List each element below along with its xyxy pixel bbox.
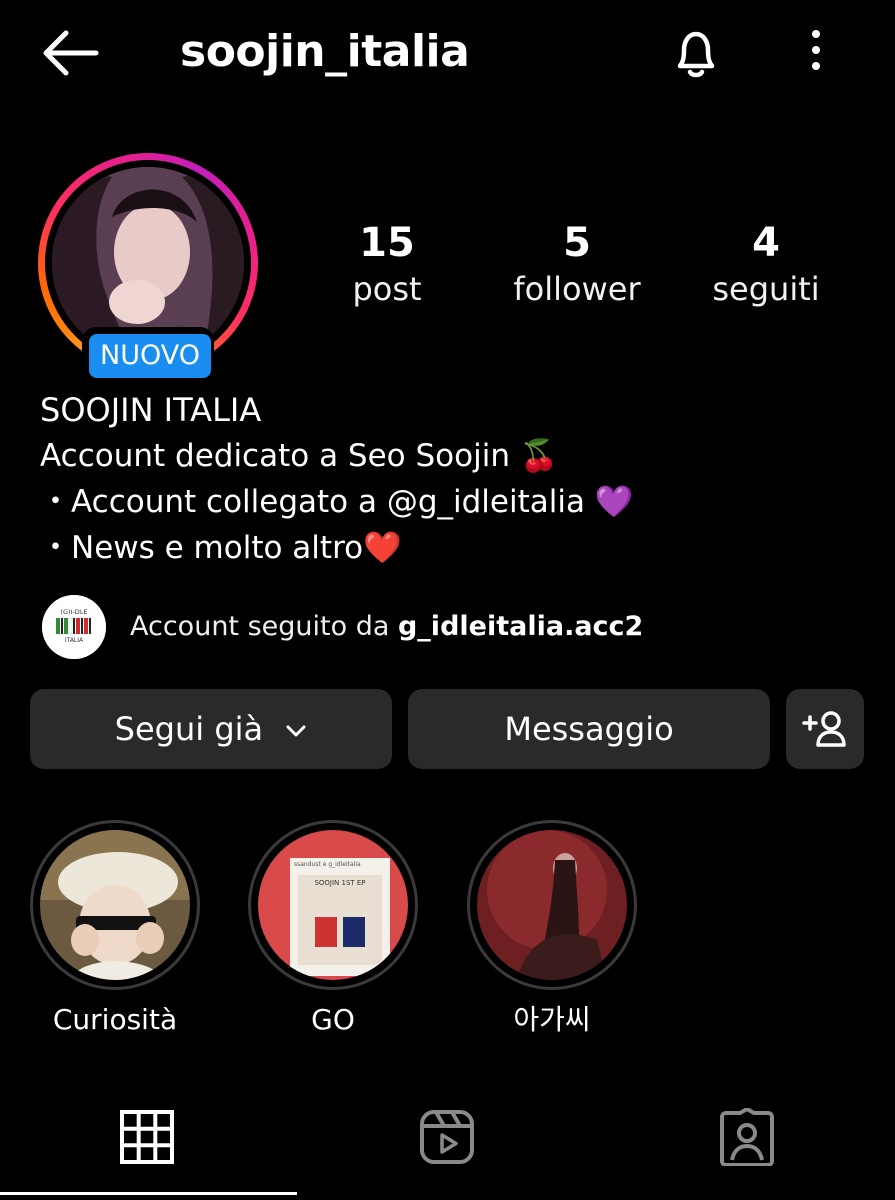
highlight-cover [477,830,627,980]
active-tab-indicator [0,1192,297,1195]
profile-display-name: SOOJIN ITALIA [40,391,262,429]
highlight-label: 아가씨 [513,1003,591,1036]
highlight-card-body: SOOJIN 1ST EP [298,875,382,965]
arrow-left-icon [43,30,99,76]
following-button[interactable]: Segui già [30,689,392,769]
chevron-down-icon [286,725,306,737]
message-button[interactable]: Messaggio [408,689,770,769]
highlight-cover-photo [477,830,627,980]
back-button[interactable] [38,28,102,78]
bio-line: Account dedicato a Seo Soojin 🍒 [40,438,559,474]
add-user-icon [802,711,846,747]
message-button-label: Messaggio [504,710,674,748]
tab-grid[interactable] [118,1108,176,1166]
followed-by-prefix: Account seguito da [130,611,398,642]
highlight-cover [40,830,190,980]
stat-followers-value: 5 [563,220,591,266]
stat-posts-label: post [352,270,422,308]
stat-following[interactable]: 4 seguiti [666,218,866,310]
followed-by-account[interactable]: g_idleitalia.acc2 [398,611,643,642]
stat-posts-value: 15 [359,220,415,266]
album-cover [315,917,337,947]
highlight-card-header: ssandust e g_idleitalia [294,861,361,868]
stat-followers[interactable]: 5 follower [477,218,677,310]
bio-line: ・Account collegato a @g_idleitalia 💜 [40,484,634,520]
add-user-button[interactable] [786,689,864,769]
grid-icon [120,1110,174,1164]
highlight-label: GO [311,1003,355,1036]
tagged-person-icon [720,1107,774,1167]
followed-by-logo: (G)I-DLE ITALIA [42,595,106,659]
highlight-card: ssandust e g_idleitalia SOOJIN 1ST EP [290,858,390,976]
stat-following-value: 4 [752,220,780,266]
reels-icon [420,1110,474,1164]
highlight-label: Curiosità [52,1003,178,1036]
tab-tagged[interactable] [718,1107,776,1167]
svg-text:(G)I-DLE: (G)I-DLE [60,608,87,616]
notifications-button[interactable] [666,22,726,82]
album-cover [343,917,365,947]
followed-by-avatar[interactable]: (G)I-DLE ITALIA [42,595,106,659]
highlight-cover: ssandust e g_idleitalia SOOJIN 1ST EP [258,830,408,980]
stat-posts[interactable]: 15 post [287,218,487,310]
highlight-cover-photo [40,830,190,980]
more-options-button[interactable] [798,24,834,80]
highlight-card-title: SOOJIN 1ST EP [314,879,366,887]
new-badge: NUOVO [89,334,211,378]
followed-by-text[interactable]: Account seguito da g_idleitalia.acc2 [130,608,643,646]
following-button-label: Segui già [114,710,264,748]
highlight-go[interactable]: ssandust e g_idleitalia SOOJIN 1ST EP [248,820,418,990]
highlight-agassi[interactable] [467,820,637,990]
svg-text:ITALIA: ITALIA [65,637,84,644]
bio-line: ・News e molto altro❤️ [40,530,402,566]
bell-icon [677,31,715,78]
tab-reels[interactable] [418,1108,476,1166]
profile-username: soojin_italia [180,26,470,77]
stat-following-label: seguiti [712,270,820,308]
stat-followers-label: follower [513,270,641,308]
more-vertical-icon [812,30,820,70]
highlight-curiosita[interactable] [30,820,200,990]
